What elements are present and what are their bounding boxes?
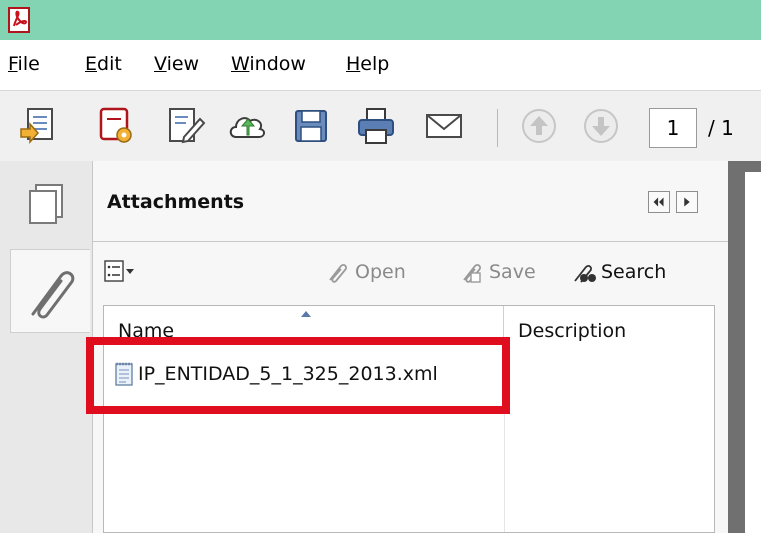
menu-edit[interactable]: Edit bbox=[85, 53, 122, 75]
highlight-box bbox=[86, 337, 510, 414]
title-bar bbox=[0, 0, 761, 40]
email-icon bbox=[426, 114, 462, 138]
collapse-pane-button[interactable] bbox=[648, 191, 670, 213]
convert-button[interactable] bbox=[95, 105, 137, 147]
page-number-input[interactable]: 1 bbox=[649, 108, 697, 148]
save-attachment-button[interactable]: Save bbox=[459, 260, 536, 284]
save-paperclip-icon bbox=[463, 264, 481, 283]
next-page-button[interactable] bbox=[580, 105, 622, 147]
cloud-upload-button[interactable] bbox=[226, 105, 268, 147]
menu-help[interactable]: Help bbox=[346, 53, 389, 75]
create-pdf-button[interactable] bbox=[18, 105, 60, 147]
print-button[interactable] bbox=[355, 105, 397, 147]
binoculars-icon bbox=[574, 265, 596, 283]
menu-file[interactable]: File bbox=[8, 53, 40, 75]
page-thumbnails-icon bbox=[29, 184, 63, 224]
menu-bar: File Edit View Window Help bbox=[0, 40, 761, 90]
double-arrow-left-icon bbox=[653, 197, 664, 207]
page-down-icon bbox=[584, 109, 618, 143]
previous-page-button[interactable] bbox=[518, 105, 560, 147]
page-thumbnails-button[interactable] bbox=[10, 171, 90, 255]
attachments-toolbar: Open Save Search bbox=[93, 242, 729, 300]
options-menu-button[interactable] bbox=[104, 260, 144, 288]
main-toolbar: 1 / 1 bbox=[0, 90, 761, 162]
attachments-nav-button[interactable] bbox=[10, 249, 90, 333]
pane-options-button[interactable] bbox=[676, 191, 698, 213]
arrow-right-icon bbox=[684, 197, 690, 207]
navigation-strip bbox=[0, 161, 92, 533]
convert-icon bbox=[99, 107, 132, 143]
cloud-upload-icon bbox=[229, 117, 265, 138]
sign-button[interactable] bbox=[164, 105, 206, 147]
sort-ascending-icon bbox=[301, 311, 311, 317]
search-attachments-button[interactable]: Search bbox=[571, 260, 666, 284]
email-button[interactable] bbox=[423, 105, 465, 147]
open-paperclip-icon bbox=[329, 264, 347, 283]
page-total-label: / 1 bbox=[708, 116, 734, 140]
open-attachment-button[interactable]: Open bbox=[325, 260, 406, 284]
list-options-icon bbox=[104, 260, 134, 282]
search-label: Search bbox=[601, 261, 667, 283]
menu-window[interactable]: Window bbox=[231, 53, 306, 75]
print-icon bbox=[358, 108, 394, 144]
page-up-icon bbox=[522, 109, 556, 143]
menu-view[interactable]: View bbox=[154, 53, 199, 75]
description-column-label: Description bbox=[518, 320, 627, 342]
pane-title: Attachments bbox=[107, 191, 245, 213]
column-header-description[interactable]: Description bbox=[504, 306, 714, 352]
acrobat-reader-icon bbox=[8, 7, 30, 33]
attachments-header: Attachments bbox=[93, 161, 729, 241]
sign-icon bbox=[169, 108, 206, 144]
create-pdf-icon bbox=[20, 108, 53, 144]
save-label: Save bbox=[489, 261, 536, 283]
paperclip-icon bbox=[31, 271, 75, 319]
save-button[interactable] bbox=[290, 105, 332, 147]
toolbar-separator bbox=[497, 109, 498, 147]
save-icon bbox=[295, 110, 327, 142]
open-label: Open bbox=[355, 261, 406, 283]
document-page bbox=[745, 172, 761, 533]
